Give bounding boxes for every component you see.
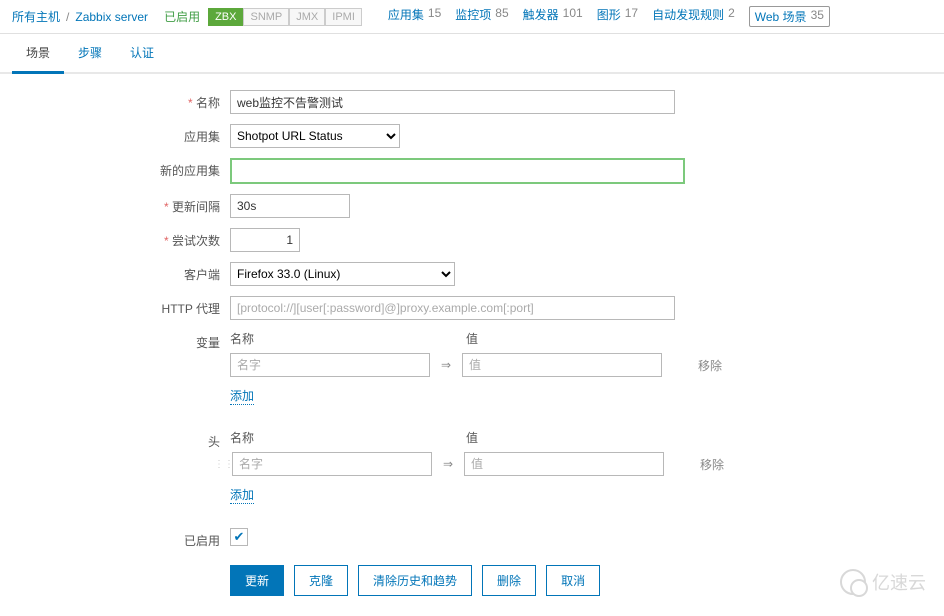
name-label: 名称 — [12, 90, 230, 111]
badge-snmp: SNMP — [243, 8, 289, 26]
form-tabs: 场景 步骤 认证 — [0, 34, 944, 74]
tab-scenario[interactable]: 场景 — [12, 34, 64, 74]
new-application-label: 新的应用集 — [12, 158, 230, 179]
interval-label: 更新间隔 — [12, 194, 230, 215]
variables-label: 变量 — [12, 330, 230, 351]
proxy-input[interactable] — [230, 296, 675, 320]
var-value-header: 值 — [466, 330, 686, 347]
tab-auth[interactable]: 认证 — [116, 34, 168, 72]
watermark-logo-icon — [840, 569, 866, 595]
var-add-link[interactable]: 添加 — [230, 387, 254, 405]
breadcrumb-all-hosts[interactable]: 所有主机 — [12, 8, 60, 25]
nav-discovery[interactable]: 自动发现规则2 — [652, 6, 735, 27]
headers-label: 头 — [12, 429, 230, 450]
hdr-name-header: 名称 — [230, 429, 446, 446]
host-status: 已启用 — [164, 8, 200, 25]
enabled-checkbox[interactable]: ✔ — [230, 528, 248, 546]
badge-zbx: ZBX — [208, 8, 243, 26]
var-value-input[interactable] — [462, 353, 662, 377]
hdr-value-header: 值 — [466, 429, 686, 446]
nav-graphs[interactable]: 图形17 — [597, 6, 638, 27]
nav-web[interactable]: Web 场景35 — [749, 6, 830, 27]
breadcrumb-host[interactable]: Zabbix server — [75, 10, 148, 24]
cancel-button[interactable]: 取消 — [546, 565, 600, 596]
delete-button[interactable]: 删除 — [482, 565, 536, 596]
arrow-icon: ⇒ — [438, 358, 454, 372]
interval-input[interactable] — [230, 194, 350, 218]
badge-ipmi: IPMI — [325, 8, 362, 26]
nav-items[interactable]: 监控项85 — [455, 6, 508, 27]
breadcrumb-sep: / — [66, 10, 69, 24]
scenario-form: 名称 应用集 Shotpot URL Status 新的应用集 更新间隔 尝试次… — [0, 74, 944, 616]
clone-button[interactable]: 克隆 — [294, 565, 348, 596]
application-label: 应用集 — [12, 124, 230, 145]
clear-history-button[interactable]: 清除历史和趋势 — [358, 565, 472, 596]
proxy-label: HTTP 代理 — [12, 296, 230, 317]
attempts-label: 尝试次数 — [12, 228, 230, 249]
tab-steps[interactable]: 步骤 — [64, 34, 116, 72]
update-button[interactable]: 更新 — [230, 565, 284, 596]
interface-badges: ZBX SNMP JMX IPMI — [208, 8, 362, 26]
badge-jmx: JMX — [289, 8, 325, 26]
var-remove-link[interactable]: 移除 — [698, 357, 722, 374]
var-name-header: 名称 — [230, 330, 446, 347]
application-select[interactable]: Shotpot URL Status — [230, 124, 400, 148]
arrow-icon: ⇒ — [440, 457, 456, 471]
attempts-input[interactable] — [230, 228, 300, 252]
breadcrumb: 所有主机 / Zabbix server — [12, 8, 148, 25]
enabled-label: 已启用 — [12, 528, 230, 549]
header-row: ⋮⋮ ⇒ 移除 — [230, 452, 724, 476]
drag-handle-icon[interactable]: ⋮⋮ — [214, 459, 224, 470]
agent-label: 客户端 — [12, 262, 230, 283]
top-bar: 所有主机 / Zabbix server 已启用 ZBX SNMP JMX IP… — [0, 0, 944, 34]
watermark: 亿速云 — [840, 569, 926, 595]
hdr-add-link[interactable]: 添加 — [230, 486, 254, 504]
nav-triggers[interactable]: 触发器101 — [523, 6, 583, 27]
watermark-text: 亿速云 — [872, 569, 926, 595]
var-name-input[interactable] — [230, 353, 430, 377]
hdr-value-input[interactable] — [464, 452, 664, 476]
hdr-remove-link[interactable]: 移除 — [700, 456, 724, 473]
nav-counts: 应用集15 监控项85 触发器101 图形17 自动发现规则2 Web 场景35 — [388, 6, 830, 27]
hdr-name-input[interactable] — [232, 452, 432, 476]
agent-select[interactable]: Firefox 33.0 (Linux) — [230, 262, 455, 286]
form-buttons: 更新 克隆 清除历史和趋势 删除 取消 — [230, 565, 932, 596]
nav-applications[interactable]: 应用集15 — [388, 6, 441, 27]
new-application-input[interactable] — [230, 158, 685, 184]
name-input[interactable] — [230, 90, 675, 114]
variable-row: ⇒ 移除 — [230, 353, 722, 377]
